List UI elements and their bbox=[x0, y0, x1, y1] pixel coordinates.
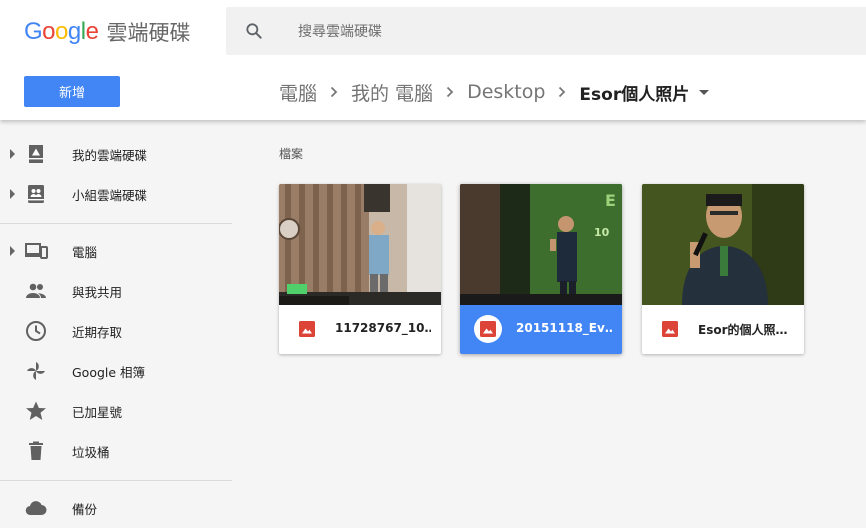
file-thumbnail: E 10 bbox=[460, 184, 622, 305]
breadcrumb-item-my-computer[interactable]: 我的 電腦 bbox=[351, 79, 433, 106]
search-input[interactable] bbox=[296, 19, 800, 45]
sidebar: 我的雲端硬碟 小組雲端硬碟 電腦 與我共用 近期存取 Google 相簿 已加星… bbox=[0, 120, 232, 528]
file-name: Esor的個人照… bbox=[698, 323, 788, 337]
expand-arrow-icon[interactable] bbox=[10, 189, 15, 199]
computers-icon bbox=[25, 243, 48, 259]
new-button[interactable]: 新增 bbox=[24, 76, 120, 107]
image-file-icon bbox=[480, 321, 496, 337]
app-header: Google 雲端硬碟 新增 電腦 我的 電腦 Desktop Esor個人照片 bbox=[0, 0, 866, 120]
sidebar-item-backups[interactable]: 備份 bbox=[0, 488, 232, 528]
trash-icon bbox=[29, 441, 43, 460]
google-drive-logo[interactable]: Google 雲端硬碟 bbox=[24, 17, 190, 47]
expand-arrow-icon[interactable] bbox=[10, 246, 15, 256]
breadcrumb-current-folder[interactable]: Esor個人照片 bbox=[579, 80, 689, 105]
expand-arrow-icon[interactable] bbox=[10, 149, 15, 159]
selected-check-circle[interactable] bbox=[474, 315, 502, 343]
svg-text:10: 10 bbox=[594, 226, 610, 239]
product-name: 雲端硬碟 bbox=[106, 21, 191, 45]
file-thumbnail bbox=[279, 184, 441, 305]
search-box[interactable] bbox=[226, 7, 866, 55]
sidebar-item-recent[interactable]: 近期存取 bbox=[0, 311, 232, 351]
backup-cloud-icon bbox=[25, 501, 47, 516]
breadcrumb-item-computers[interactable]: 電腦 bbox=[279, 79, 317, 106]
chevron-right-icon bbox=[446, 86, 454, 98]
recent-icon bbox=[26, 321, 46, 341]
file-footer: Esor的個人照… bbox=[642, 305, 804, 354]
star-icon bbox=[26, 401, 46, 420]
file-card[interactable]: Esor的個人照… bbox=[642, 184, 804, 354]
sidebar-item-team-drives[interactable]: 小組雲端硬碟 bbox=[0, 174, 232, 214]
image-file-icon bbox=[662, 321, 678, 337]
file-name: 20151118_Ev… bbox=[516, 321, 612, 335]
google-photos-icon bbox=[27, 362, 45, 380]
my-drive-icon bbox=[29, 145, 43, 163]
sidebar-item-my-drive[interactable]: 我的雲端硬碟 bbox=[0, 134, 232, 174]
sidebar-item-google-photos[interactable]: Google 相簿 bbox=[0, 351, 232, 391]
sidebar-item-trash[interactable]: 垃圾桶 bbox=[0, 431, 232, 471]
file-thumbnail bbox=[642, 184, 804, 305]
sidebar-item-shared-with-me[interactable]: 與我共用 bbox=[0, 271, 232, 311]
sidebar-divider bbox=[0, 223, 232, 224]
file-card-selected[interactable]: E 10 20151118_Ev… bbox=[460, 184, 622, 354]
breadcrumb: 電腦 我的 電腦 Desktop Esor個人照片 bbox=[279, 78, 710, 106]
chevron-right-icon bbox=[558, 86, 566, 98]
sidebar-divider bbox=[0, 480, 232, 481]
caret-down-icon[interactable] bbox=[699, 89, 710, 95]
file-name: 11728767_10… bbox=[335, 321, 431, 335]
google-wordmark: Google bbox=[24, 18, 99, 45]
svg-text:E: E bbox=[605, 191, 616, 210]
image-file-icon bbox=[299, 321, 315, 337]
file-footer: 11728767_10… bbox=[279, 305, 441, 354]
breadcrumb-item-desktop[interactable]: Desktop bbox=[467, 81, 545, 103]
search-icon[interactable] bbox=[244, 21, 264, 41]
team-drive-icon bbox=[28, 185, 44, 203]
chevron-right-icon bbox=[330, 86, 338, 98]
shared-with-me-icon bbox=[26, 283, 46, 298]
file-footer: 20151118_Ev… bbox=[460, 305, 622, 354]
file-card[interactable]: 11728767_10… bbox=[279, 184, 441, 354]
sidebar-item-computers[interactable]: 電腦 bbox=[0, 231, 232, 271]
sidebar-item-starred[interactable]: 已加星號 bbox=[0, 391, 232, 431]
files-section-title: 檔案 bbox=[279, 147, 304, 161]
